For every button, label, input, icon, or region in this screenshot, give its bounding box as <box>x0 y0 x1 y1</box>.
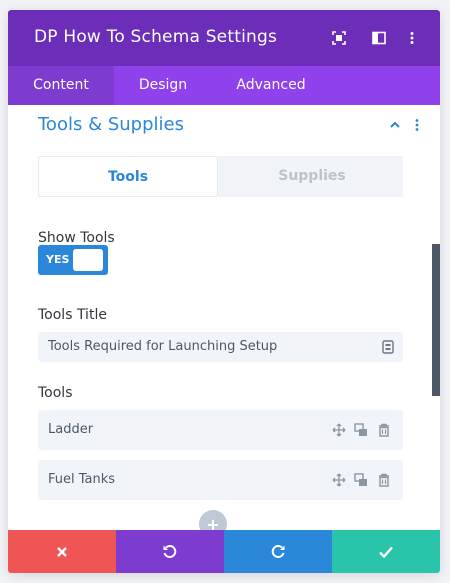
redo-icon <box>271 544 285 558</box>
modal-footer <box>8 530 440 573</box>
list-item-fuel-tanks[interactable]: Fuel Tanks <box>38 460 403 500</box>
tools-title-input[interactable]: Tools Required for Launching Setup <box>38 332 403 362</box>
tab-advanced[interactable]: Advanced <box>212 66 330 105</box>
move-icon[interactable] <box>331 472 347 488</box>
subtab-supplies[interactable]: Supplies <box>221 156 403 197</box>
settings-modal: DP How To Schema Settings Content Design… <box>8 10 440 573</box>
toggle-knob <box>73 249 103 271</box>
more-vertical-icon[interactable] <box>401 27 423 49</box>
plus-icon <box>208 520 218 530</box>
duplicate-icon[interactable] <box>353 472 369 488</box>
check-icon <box>379 546 393 558</box>
add-item-button[interactable] <box>199 510 227 530</box>
duplicate-icon[interactable] <box>353 422 369 438</box>
undo-icon <box>163 544 177 558</box>
settings-body: Tools & Supplies Tools Supplies Show Too… <box>8 105 440 530</box>
tools-title-label: Tools Title <box>38 307 107 323</box>
redo-button[interactable] <box>224 530 332 573</box>
dynamic-content-icon[interactable] <box>380 339 396 355</box>
expand-icon[interactable] <box>328 27 350 49</box>
list-item-ladder[interactable]: Ladder <box>38 410 403 450</box>
trash-icon[interactable] <box>376 472 392 488</box>
show-tools-label: Show Tools <box>38 230 115 246</box>
cancel-button[interactable] <box>8 530 116 573</box>
subtab-tools[interactable]: Tools <box>38 156 218 197</box>
save-button[interactable] <box>332 530 440 573</box>
tools-supplies-tabs: Tools Supplies <box>38 156 403 197</box>
tab-design[interactable]: Design <box>114 66 212 105</box>
tab-bar: Content Design Advanced <box>8 66 440 105</box>
section-more-icon[interactable] <box>409 117 425 133</box>
chevron-up-icon[interactable] <box>387 117 403 133</box>
section-title[interactable]: Tools & Supplies <box>38 114 184 135</box>
show-tools-toggle[interactable]: YES <box>38 245 108 275</box>
move-icon[interactable] <box>331 422 347 438</box>
trash-icon[interactable] <box>376 422 392 438</box>
modal-title: DP How To Schema Settings <box>34 27 278 47</box>
tab-content[interactable]: Content <box>8 66 114 105</box>
undo-button[interactable] <box>116 530 224 573</box>
tools-list-label: Tools <box>38 385 73 401</box>
close-icon <box>57 546 67 557</box>
columns-icon[interactable] <box>368 27 390 49</box>
scrollbar[interactable] <box>432 244 440 396</box>
modal-header: DP How To Schema Settings <box>8 10 440 66</box>
toggle-yes-text: YES <box>46 253 70 266</box>
